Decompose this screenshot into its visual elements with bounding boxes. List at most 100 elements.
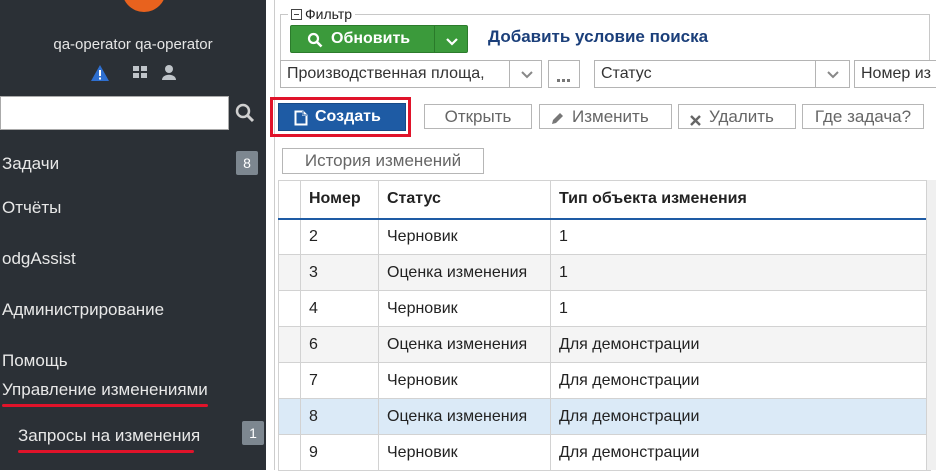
cell-number: 9 <box>300 434 379 471</box>
cell-object-type: 1 <box>550 217 931 255</box>
tasks-count-badge: 8 <box>236 151 258 175</box>
history-label: История изменений <box>304 151 462 170</box>
column-header-status[interactable]: Статус <box>378 180 551 219</box>
search-icon <box>307 31 323 57</box>
sidebar-item-change-management[interactable]: Управление изменениями <box>2 380 208 400</box>
sidebar-item-label: odgAssist <box>2 249 76 268</box>
production-area-combo[interactable]: Производственная площа, <box>280 60 542 88</box>
edit-label: Изменить <box>572 107 649 126</box>
filter-legend-label: Фильтр <box>305 6 353 22</box>
filter-legend[interactable]: Фильтр <box>288 5 356 23</box>
highlight-underline <box>18 450 194 453</box>
sidebar-item-label: Запросы на изменения <box>18 426 201 445</box>
status-combo[interactable]: Статус <box>594 60 850 88</box>
create-label: Создать <box>315 108 381 125</box>
highlight-underline <box>2 404 208 407</box>
close-icon <box>689 110 702 133</box>
app-logo <box>122 0 166 12</box>
where-task-label: Где задача? <box>814 107 912 126</box>
table-row[interactable]: 2 Черновик 1 <box>278 217 931 255</box>
cell-number: 2 <box>300 217 379 255</box>
cell-object-type: Для демонстрации <box>550 434 931 471</box>
refresh-button[interactable]: Обновить <box>290 25 468 53</box>
cell-number: 8 <box>300 398 379 435</box>
refresh-label: Обновить <box>331 30 411 47</box>
number-combo[interactable]: Номер из <box>854 60 936 88</box>
column-header-number[interactable]: Номер <box>300 180 379 219</box>
row-selector[interactable] <box>278 254 301 291</box>
row-selector[interactable] <box>278 362 301 399</box>
cell-number: 7 <box>300 362 379 399</box>
refresh-button-main[interactable]: Обновить <box>291 26 434 52</box>
row-selector[interactable] <box>278 217 301 255</box>
change-requests-table: Номер Статус Тип объекта изменения 2 Чер… <box>278 180 931 471</box>
row-selector[interactable] <box>278 434 301 471</box>
cell-status: Черновик <box>378 434 551 471</box>
cell-object-type: Для демонстрации <box>550 362 931 399</box>
user-icon[interactable] <box>162 64 176 85</box>
sidebar-item-label: Администрирование <box>2 300 165 319</box>
row-selector-header <box>278 180 301 219</box>
cell-object-type: Для демонстрации <box>550 398 931 435</box>
column-header-object-type[interactable]: Тип объекта изменения <box>550 180 931 219</box>
cell-object-type: 1 <box>550 290 931 327</box>
table-scrollbar[interactable] <box>926 180 936 470</box>
user-icons <box>90 64 180 84</box>
cell-status: Черновик <box>378 362 551 399</box>
delete-label: Удалить <box>709 107 774 126</box>
open-button[interactable]: Открыть <box>424 104 532 129</box>
cell-status: Черновик <box>378 290 551 327</box>
cell-number: 6 <box>300 326 379 363</box>
create-button[interactable]: Создать <box>278 103 406 131</box>
sidebar-item-label: Отчёты <box>2 198 62 217</box>
edit-button[interactable]: Изменить <box>539 104 672 129</box>
collapse-icon[interactable] <box>291 9 302 20</box>
status-combo-value: Статус <box>601 65 652 82</box>
sidebar-search-input[interactable] <box>0 96 229 130</box>
sidebar-item-help[interactable]: Помощь <box>2 351 68 371</box>
table-row[interactable]: 7 Черновик Для демонстрации <box>278 362 931 399</box>
search-icon[interactable] <box>234 102 256 124</box>
warning-icon[interactable] <box>90 64 110 87</box>
cell-number: 4 <box>300 290 379 327</box>
document-icon <box>294 109 308 135</box>
number-combo-value: Номер из <box>861 65 931 82</box>
chevron-down-icon[interactable] <box>509 61 543 87</box>
row-selector[interactable] <box>278 290 301 327</box>
cell-number: 3 <box>300 254 379 291</box>
refresh-dropdown-toggle[interactable] <box>434 26 468 52</box>
pencil-icon <box>550 109 565 132</box>
sidebar-item-label: Задачи <box>2 154 60 173</box>
row-selector[interactable] <box>278 398 301 435</box>
main-panel: Фильтр Обновить Добавить условие поиска … <box>266 0 936 471</box>
user-name: qa-operator qa-operator <box>53 36 213 53</box>
grid-icon[interactable] <box>132 64 148 85</box>
sidebar-item-change-requests[interactable]: Запросы на изменения 1 <box>18 421 264 446</box>
sidebar-item-administration[interactable]: Администрирование <box>2 300 164 320</box>
chevron-down-icon <box>445 34 459 52</box>
production-area-value: Производственная площа, <box>287 65 485 82</box>
table-row[interactable]: 4 Черновик 1 <box>278 290 931 327</box>
cell-status: Оценка изменения <box>378 254 551 291</box>
cell-status: Черновик <box>378 217 551 255</box>
table-row-selected[interactable]: 8 Оценка изменения Для демонстрации <box>278 398 931 435</box>
cell-status: Оценка изменения <box>378 326 551 363</box>
change-history-button[interactable]: История изменений <box>282 148 484 174</box>
sidebar-item-label: Помощь <box>2 351 68 370</box>
open-label: Открыть <box>444 107 512 126</box>
ellipsis-icon <box>557 71 571 89</box>
where-task-button[interactable]: Где задача? <box>802 104 924 129</box>
sidebar-item-odgassist[interactable]: odgAssist <box>2 249 76 269</box>
row-selector[interactable] <box>278 326 301 363</box>
chevron-down-icon[interactable] <box>815 61 849 87</box>
more-options-button[interactable] <box>548 60 580 88</box>
delete-button[interactable]: Удалить <box>678 104 796 129</box>
sidebar-item-reports[interactable]: Отчёты <box>2 198 61 218</box>
table-row[interactable]: 3 Оценка изменения 1 <box>278 254 931 291</box>
cell-object-type: Для демонстрации <box>550 326 931 363</box>
table-row[interactable]: 6 Оценка изменения Для демонстрации <box>278 326 931 363</box>
sidebar-item-tasks[interactable]: Задачи 8 <box>2 151 264 175</box>
add-search-condition-link[interactable]: Добавить условие поиска <box>488 27 708 47</box>
table-row[interactable]: 9 Черновик Для демонстрации <box>278 434 931 471</box>
sidebar: qa-operator qa-operator Задачи 8 Отчёты … <box>0 0 266 470</box>
